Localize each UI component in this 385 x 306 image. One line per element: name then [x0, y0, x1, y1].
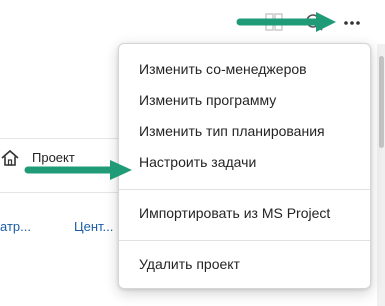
more-options-menu: Изменить со-менеджеров Изменить программ… — [118, 43, 371, 289]
more-horizontal-icon[interactable] — [342, 13, 362, 33]
pointer-arrow — [236, 12, 336, 32]
pointer-arrow — [24, 160, 132, 180]
menu-item-edit-comanagers[interactable]: Изменить со-менеджеров — [119, 54, 370, 85]
scrollbar-thumb[interactable] — [379, 56, 384, 148]
divider — [0, 138, 120, 139]
link-center[interactable]: Цент... — [74, 219, 113, 234]
divider — [0, 192, 120, 193]
menu-item-edit-scheduling-type[interactable]: Изменить тип планирования — [119, 116, 370, 147]
menu-separator — [119, 189, 370, 190]
top-toolbar — [0, 0, 385, 45]
link-left[interactable]: атр... — [0, 219, 31, 234]
menu-separator — [119, 240, 370, 241]
menu-item-configure-tasks[interactable]: Настроить задачи — [119, 147, 370, 178]
menu-item-import-ms-project[interactable]: Импортировать из MS Project — [119, 198, 370, 229]
menu-item-edit-program[interactable]: Изменить программу — [119, 85, 370, 116]
home-icon[interactable] — [0, 148, 20, 168]
menu-item-delete-project[interactable]: Удалить проект — [119, 249, 370, 280]
